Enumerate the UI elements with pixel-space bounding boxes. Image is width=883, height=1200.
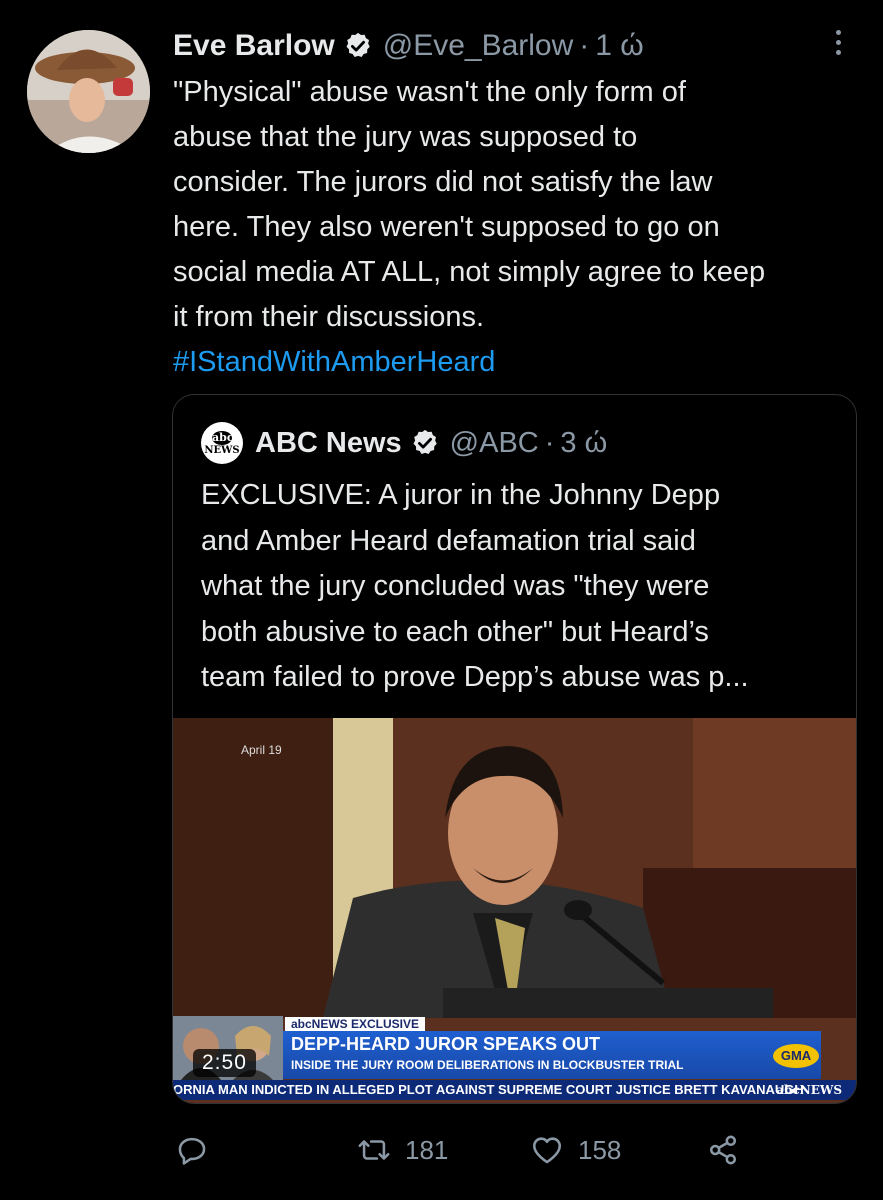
quoted-header: abc NEWS ABC News @ABC · 3 ώ [201,422,607,464]
separator-dot: · [544,426,555,459]
news-headline: DEPP-HEARD JUROR SPEAKS OUT [291,1034,601,1054]
tweet-body: "Physical" abuse wasn't the only form of… [173,70,873,385]
quoted-body: EXCLUSIVE: A juror in the Johnny Depp an… [201,473,841,701]
news-subheadline: INSIDE THE JURY ROOM DELIBERATIONS IN BL… [291,1058,684,1072]
quoted-author-name[interactable]: ABC News [255,427,402,460]
quoted-text-line: team failed to prove Depp’s abuse was p.… [201,661,749,693]
avatar-photo [27,30,150,153]
logo-abc-text: abc [212,430,234,445]
tweet-timestamp[interactable]: 1 ώ [595,29,643,63]
news-lower-third: abcNEWS EXCLUSIVE DEPP-HEARD JUROR SPEAK… [173,1016,821,1080]
more-options-icon[interactable] [828,30,848,60]
tweet-text-line: abuse that the jury was supposed to [173,121,638,153]
author-name[interactable]: Eve Barlow [173,29,335,63]
share-button[interactable] [706,1125,754,1175]
tweet-text-line: "Physical" abuse wasn't the only form of [173,76,686,108]
video-duration: 2:50 [193,1049,256,1077]
tweet-action-bar: 181 158 [0,1125,883,1175]
news-headline-bar: DEPP-HEARD JUROR SPEAKS OUT INSIDE THE J… [283,1031,821,1079]
quoted-text-line: and Amber Heard defamation trial said [201,524,696,557]
separator-dot: · [579,29,590,62]
tweet-text-line: it from their discussions. [173,301,485,333]
logo-news-text: NEWS [204,444,240,456]
ticker-brand: abcNEWS [776,1083,842,1097]
hashtag-link[interactable]: #IStandWithAmberHeard [173,340,873,385]
share-icon [709,1135,737,1165]
retweet-count: 181 [405,1134,449,1165]
news-ticker: ORNIA MAN INDICTED IN ALLEGED PLOT AGAIN… [173,1080,856,1100]
video-player[interactable]: April 19 abcNEWS EXCLUSIVE DEPP-HEARD JU… [173,718,856,1103]
tweet-header: Eve Barlow @Eve_Barlow · 1 ώ [173,26,644,66]
verified-badge-icon [413,429,437,454]
reply-button[interactable] [175,1125,223,1175]
quoted-author-handle[interactable]: @ABC [450,427,539,460]
quoted-tweet[interactable]: abc NEWS ABC News @ABC · 3 ώ EXCLUSIVE: … [172,394,857,1104]
tweet-text-line: consider. The jurors did not satisfy the… [173,166,713,198]
ticker-text: ORNIA MAN INDICTED IN ALLEGED PLOT AGAIN… [173,1082,804,1097]
retweet-button[interactable]: 181 [357,1125,448,1175]
tweet-text-line: social media AT ALL, not simply agree to… [173,256,766,288]
quoted-text-line: EXCLUSIVE: A juror in the Johnny Depp [201,479,721,511]
gma-badge: GMA [773,1044,819,1068]
heart-icon [532,1137,562,1164]
quoted-text-line: what the jury concluded was "they were [201,570,710,602]
reply-icon [178,1137,206,1165]
video-date-stamp: April 19 [241,743,282,757]
author-avatar[interactable] [27,30,150,153]
like-count: 158 [578,1134,622,1165]
author-handle[interactable]: @Eve_Barlow [383,29,574,63]
quoted-timestamp[interactable]: 3 ώ [560,427,607,460]
tweet-text-line: here. They also weren't supposed to go o… [173,211,720,243]
quoted-text-line: both abusive to each other" but Heard’s [201,615,709,648]
news-exclusive-tag: abcNEWS EXCLUSIVE [285,1017,426,1031]
retweet-icon [358,1140,390,1160]
like-button[interactable]: 158 [530,1125,621,1175]
abc-news-logo-icon[interactable]: abc NEWS [201,422,243,464]
verified-badge-icon [346,32,370,57]
